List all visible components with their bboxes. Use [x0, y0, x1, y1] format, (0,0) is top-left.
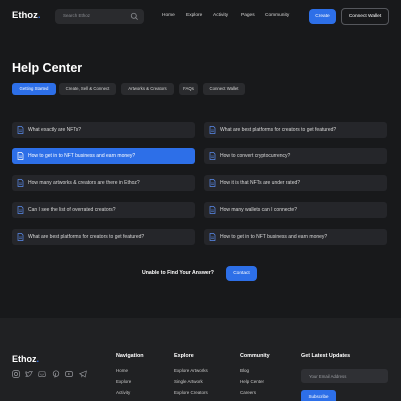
footer-link-home[interactable]: Home	[116, 368, 128, 373]
nav-activity[interactable]: Activity	[213, 13, 228, 18]
faq-item[interactable]: How to get in to NFT business and earn m…	[204, 229, 387, 245]
faq-question: How it is that NFTs are under rated?	[220, 180, 301, 186]
footer-heading-updates: Get Latest Updates	[301, 353, 351, 359]
document-icon	[17, 206, 24, 214]
footer-link-careers[interactable]: Careers	[240, 390, 256, 395]
faq-question: Can I see the list of overrated creators…	[28, 207, 116, 213]
search-input[interactable]: Search Ethoz	[55, 9, 144, 24]
faq-item[interactable]: How it is that NFTs are under rated?	[204, 175, 387, 191]
document-icon	[17, 233, 24, 241]
contact-button[interactable]: Contact	[226, 266, 257, 281]
search-placeholder: Search Ethoz	[63, 13, 91, 18]
faq-question: How many wallets can I connecte?	[220, 207, 297, 213]
footer-link-single-artwork[interactable]: Single Artwork	[174, 379, 203, 384]
footer-link-explore-creators[interactable]: Explore Creators	[174, 390, 208, 395]
tab-getting-started[interactable]: Getting Started	[12, 83, 56, 95]
document-icon	[17, 179, 24, 187]
connect-wallet-button[interactable]: Connect Wallet	[341, 8, 389, 25]
document-icon	[209, 206, 216, 214]
footer-heading-community: Community	[240, 353, 270, 359]
search-icon	[130, 12, 138, 20]
faq-question: How to convert cryptocurrency?	[220, 153, 291, 159]
faq-item[interactable]: What are best platforms for creators to …	[12, 229, 195, 245]
faq-item[interactable]: What are best platforms for creators to …	[204, 122, 387, 138]
faq-question: How to get in to NFT business and earn m…	[28, 153, 136, 159]
telegram-icon[interactable]	[79, 370, 87, 378]
footer-link-help-center[interactable]: Help Center	[240, 379, 264, 384]
nav-community[interactable]: Community	[265, 13, 289, 18]
nav-home[interactable]: Home	[162, 13, 175, 18]
twitter-icon[interactable]	[25, 370, 33, 378]
page-title: Help Center	[12, 61, 83, 75]
faq-question: What exactly are NFTs?	[28, 127, 82, 133]
faq-item[interactable]: Can I see the list of overrated creators…	[12, 202, 195, 218]
footer-link-blog[interactable]: Blog	[240, 368, 249, 373]
faq-item[interactable]: How many wallets can I connecte?	[204, 202, 387, 218]
unable-to-find-text: Unable to Find Your Answer?	[142, 270, 214, 276]
document-icon	[209, 152, 216, 160]
instagram-icon[interactable]	[12, 370, 20, 378]
document-icon	[17, 126, 24, 134]
nav-pages[interactable]: Pages	[241, 13, 255, 18]
footer-link-explore[interactable]: Explore	[116, 379, 131, 384]
discord-icon[interactable]	[38, 370, 46, 378]
footer-link-activity[interactable]: Activity	[116, 390, 130, 395]
faq-question: How many artworks & creators are there i…	[28, 180, 140, 186]
document-icon	[209, 179, 216, 187]
tab-create-sell-connect[interactable]: Create, Sell & Connect	[59, 83, 116, 95]
faq-item[interactable]: How many artworks & creators are there i…	[12, 175, 195, 191]
subscribe-button[interactable]: Subscribe	[301, 390, 336, 401]
faq-question: What are best platforms for creators to …	[220, 127, 337, 133]
logo[interactable]: Ethoz.	[12, 10, 41, 21]
faq-item[interactable]: How to convert cryptocurrency?	[204, 148, 387, 164]
email-placeholder: Your Email Address	[309, 373, 347, 379]
faq-item-selected[interactable]: How to get in to NFT business and earn m…	[12, 148, 195, 164]
document-icon	[17, 152, 24, 160]
tab-faqs[interactable]: FAQs	[179, 83, 198, 95]
tab-artworks-creators[interactable]: Artworks & Creators	[121, 83, 174, 95]
faq-question: What are best platforms for creators to …	[28, 234, 145, 240]
nav-explore[interactable]: Explore	[186, 13, 202, 18]
email-field[interactable]: Your Email Address	[301, 369, 388, 383]
tab-connect-wallet[interactable]: Connect Wallet	[203, 83, 245, 95]
footer-heading-navigation: Navigation	[116, 353, 144, 359]
create-button[interactable]: Create	[309, 9, 336, 24]
document-icon	[209, 233, 216, 241]
faq-question: How to get in to NFT business and earn m…	[220, 234, 328, 240]
footer-logo[interactable]: Ethoz.	[12, 354, 39, 364]
footer-link-explore-artworks[interactable]: Explore Artworks	[174, 368, 208, 373]
faq-item[interactable]: What exactly are NFTs?	[12, 122, 195, 138]
document-icon	[209, 126, 216, 134]
youtube-icon[interactable]	[65, 370, 73, 378]
footer: Ethoz. Navigation Home Explore Activity …	[0, 318, 401, 401]
footer-heading-explore: Explore	[174, 353, 194, 359]
top-navbar: Ethoz. Search Ethoz Home Explore Activit…	[0, 0, 401, 34]
pinterest-icon[interactable]	[52, 370, 60, 378]
